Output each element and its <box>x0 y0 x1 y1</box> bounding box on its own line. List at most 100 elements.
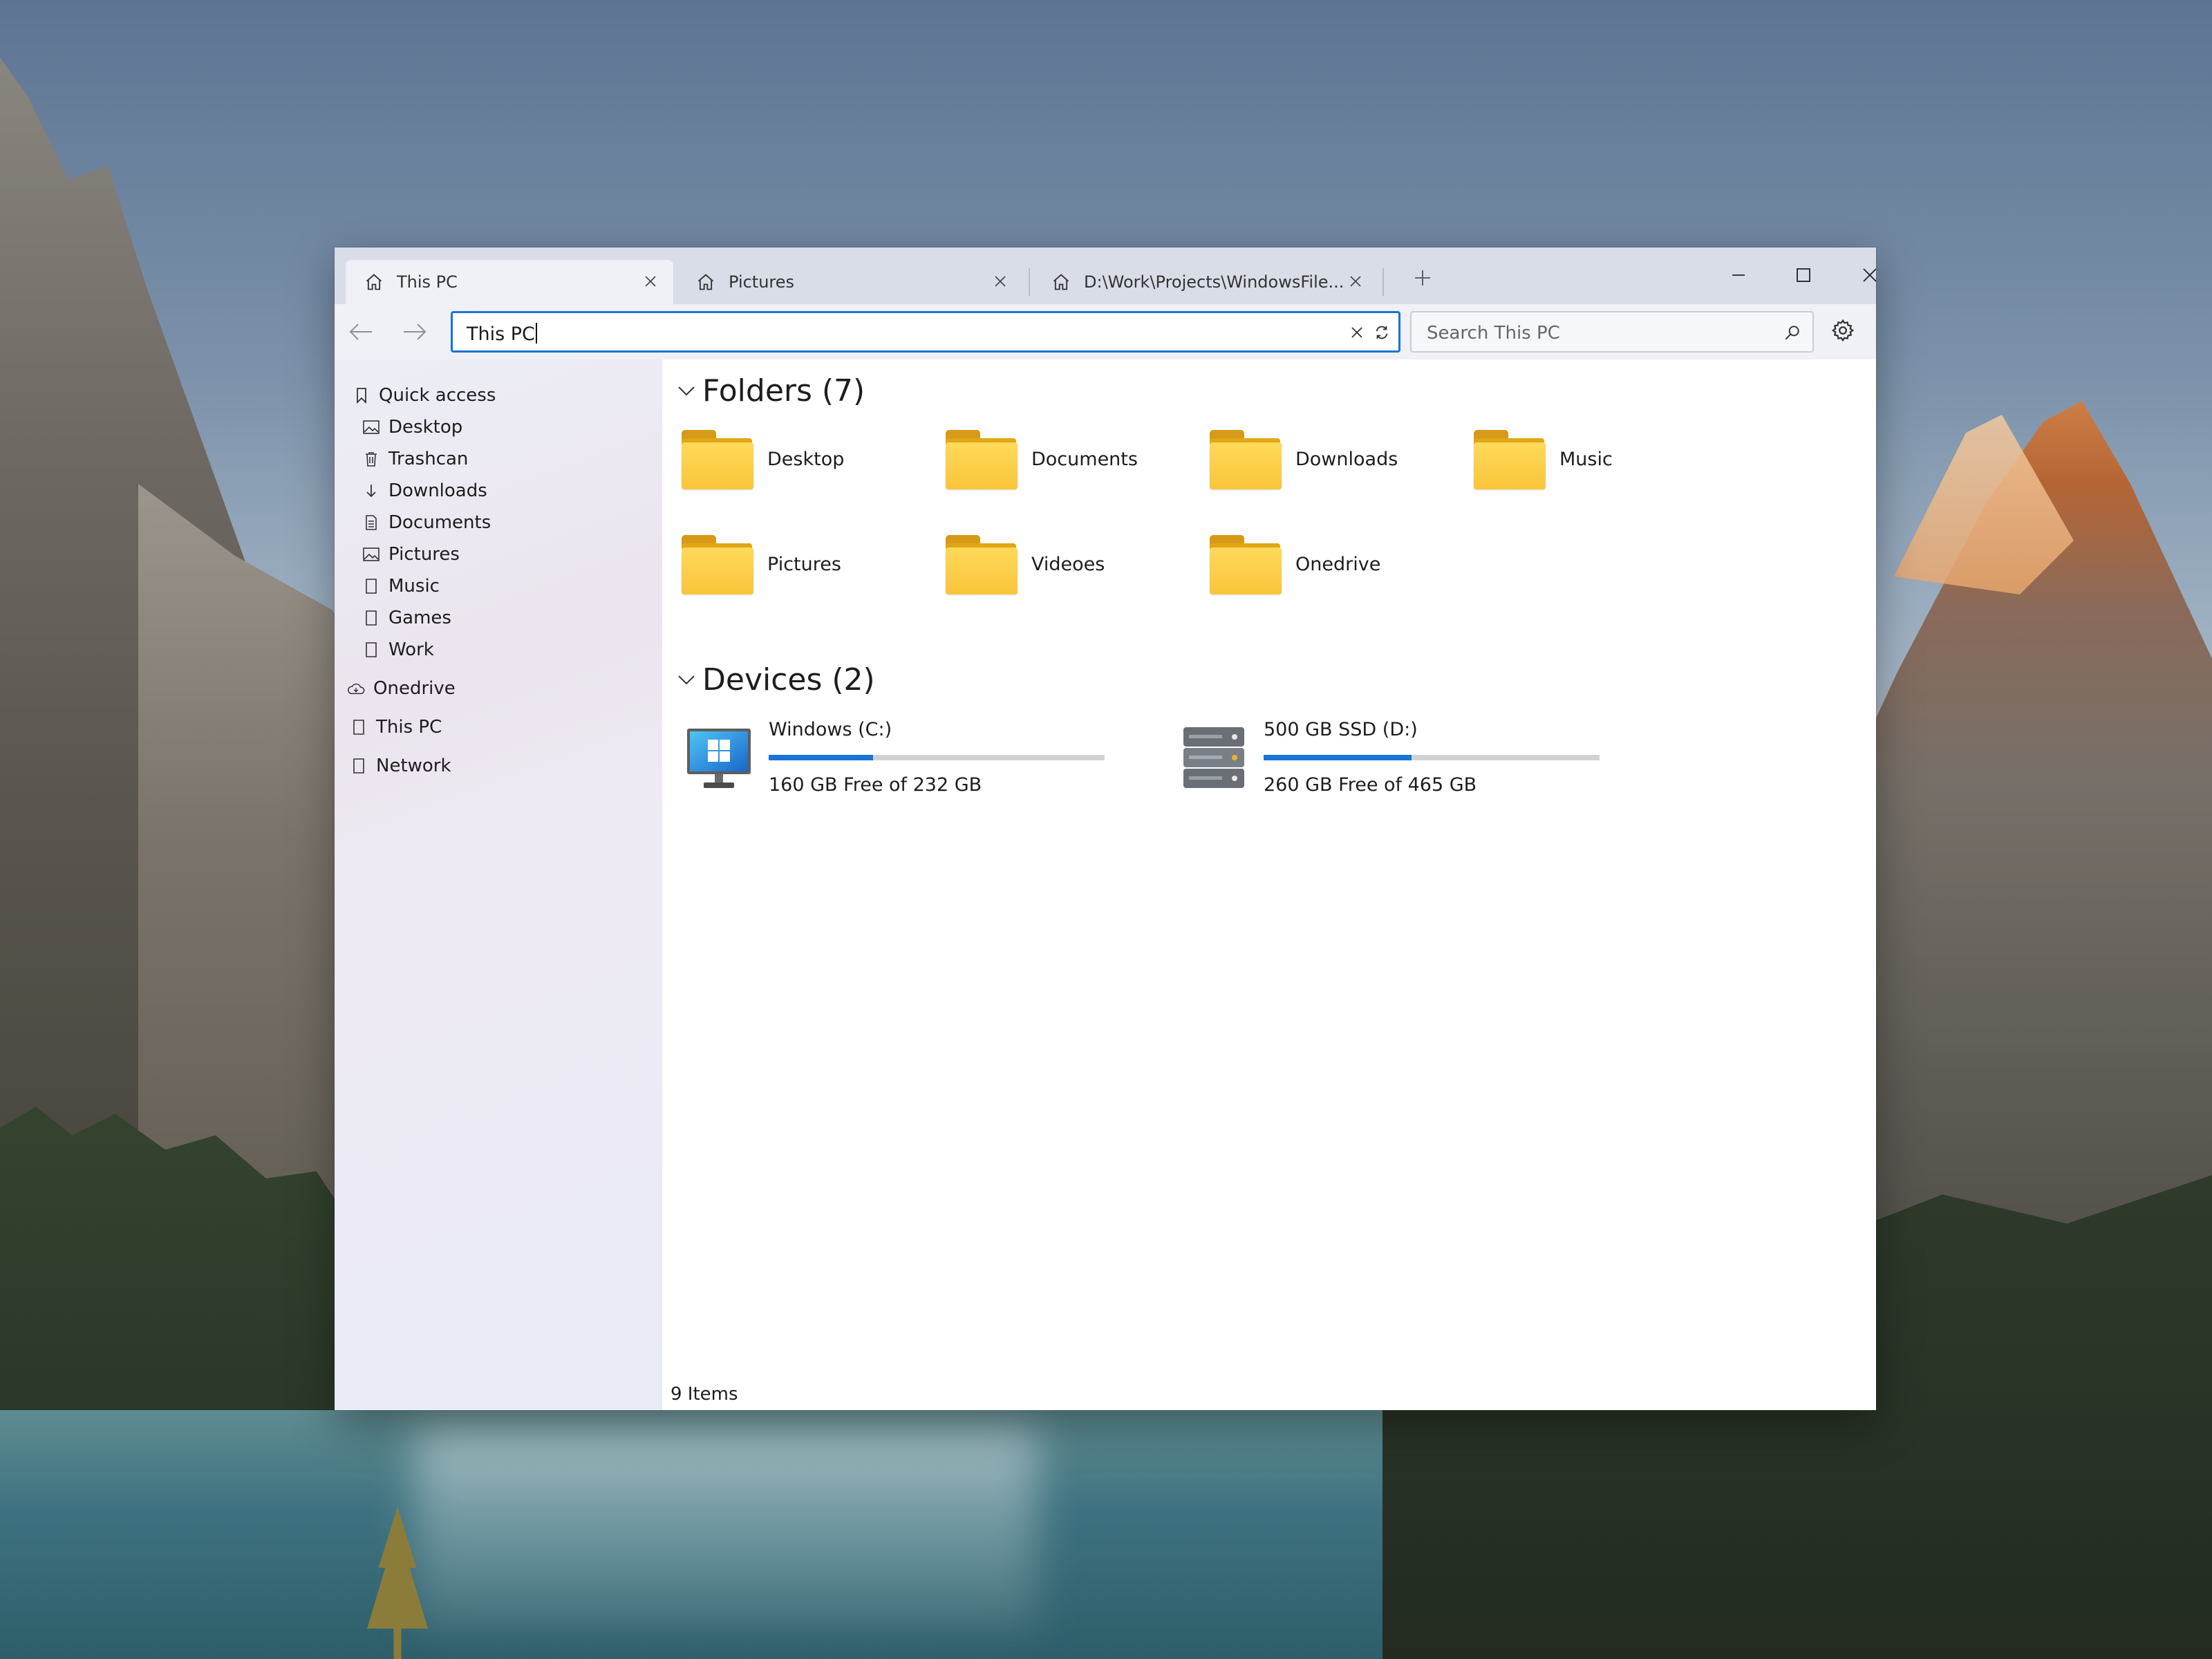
sidebar-item-label: Desktop <box>388 417 463 438</box>
sidebar-item-games[interactable]: Games <box>362 603 451 633</box>
sidebar-item-pictures[interactable]: Pictures <box>362 539 460 570</box>
page-icon <box>362 641 380 659</box>
sidebar-item-label: Work <box>388 639 434 660</box>
folder-onedrive[interactable]: Onedrive <box>1208 529 1471 599</box>
folder-documents[interactable]: Documents <box>944 424 1207 494</box>
image-icon <box>362 418 380 436</box>
tab-this-pc[interactable]: This PC <box>346 260 673 304</box>
maximize-button[interactable] <box>1772 254 1835 296</box>
close-tab-icon[interactable] <box>990 271 1011 292</box>
folders-section-header[interactable]: Folders (7) <box>676 373 865 409</box>
back-button[interactable] <box>341 314 380 350</box>
sidebar-item-quick-access[interactable]: Quick access <box>353 380 496 411</box>
clear-address-icon[interactable] <box>1347 323 1367 342</box>
folder-videoes[interactable]: Videoes <box>944 529 1207 599</box>
server-drive-icon <box>1179 723 1248 792</box>
folder-downloads[interactable]: Downloads <box>1208 424 1471 494</box>
tab-label: Pictures <box>729 272 795 292</box>
folder-icon <box>944 532 1019 596</box>
search-box[interactable] <box>1410 311 1814 353</box>
tab-pictures[interactable]: Pictures <box>677 260 1023 304</box>
drive-name: Windows (C:) <box>769 719 892 740</box>
settings-button[interactable] <box>1824 314 1862 350</box>
tab-label: D:\Work\Projects\WindowsFile... <box>1084 272 1344 292</box>
folder-icon <box>1208 532 1283 596</box>
drive-free-space: 160 GB Free of 232 GB <box>769 774 982 796</box>
folder-icon <box>680 532 755 596</box>
drive-free-space: 260 GB Free of 465 GB <box>1264 774 1477 796</box>
close-window-button[interactable] <box>1839 254 1901 296</box>
document-icon <box>362 514 380 532</box>
folder-label: Onedrive <box>1295 553 1381 575</box>
home-icon <box>695 272 716 292</box>
new-tab-button[interactable] <box>1407 263 1438 293</box>
home-icon <box>1051 272 1071 292</box>
forward-button[interactable] <box>395 314 434 350</box>
sidebar-item-work[interactable]: Work <box>362 635 434 665</box>
main-content: Folders (7) Desktop Documents Downloads … <box>662 359 1876 1410</box>
folder-label: Desktop <box>767 448 845 470</box>
folder-music[interactable]: Music <box>1472 424 1735 494</box>
bookmark-icon <box>353 386 371 404</box>
sidebar-item-desktop[interactable]: Desktop <box>362 412 462 442</box>
sidebar-item-label: This PC <box>376 717 442 738</box>
tab-work-projects[interactable]: D:\Work\Projects\WindowsFile... <box>1033 260 1378 304</box>
cloud-icon <box>347 679 365 697</box>
home-icon <box>364 272 384 292</box>
folder-label: Documents <box>1031 448 1138 470</box>
drive-usage-bar <box>769 755 1105 760</box>
sidebar: Quick access Desktop Trashcan Downloads … <box>335 359 662 1410</box>
sidebar-item-onedrive[interactable]: Onedrive <box>347 673 456 704</box>
tab-divider <box>1029 268 1030 296</box>
drive-name: 500 GB SSD (D:) <box>1264 719 1418 740</box>
sidebar-item-this-pc[interactable]: This PC <box>350 712 442 742</box>
address-text: This PC <box>467 324 535 345</box>
monitor-icon <box>684 723 753 792</box>
tab-label: This PC <box>397 272 458 292</box>
devices-section-header[interactable]: Devices (2) <box>676 662 875 697</box>
folder-icon <box>1472 427 1547 491</box>
sidebar-item-label: Downloads <box>388 480 487 501</box>
refresh-icon[interactable] <box>1372 323 1391 342</box>
sidebar-item-label: Pictures <box>388 544 460 565</box>
folder-label: Videoes <box>1031 553 1105 575</box>
navigation-bar: This PC <box>335 304 1876 359</box>
tab-divider <box>1382 268 1384 296</box>
search-icon[interactable] <box>1782 322 1803 343</box>
chevron-down-icon <box>676 670 697 691</box>
section-title: Folders (7) <box>702 373 865 409</box>
folder-pictures[interactable]: Pictures <box>680 529 943 599</box>
sidebar-item-label: Onedrive <box>373 678 456 699</box>
sidebar-item-network[interactable]: Network <box>350 751 451 781</box>
folder-label: Pictures <box>767 553 841 575</box>
drive-usage-bar <box>1264 755 1600 760</box>
sidebar-item-trashcan[interactable]: Trashcan <box>362 444 468 474</box>
drive-windows-c[interactable]: Windows (C:) 160 GB Free of 232 GB <box>684 719 1127 816</box>
text-caret <box>535 323 537 344</box>
page-icon <box>350 757 368 775</box>
folder-desktop[interactable]: Desktop <box>680 424 943 494</box>
address-bar[interactable]: This PC <box>451 311 1400 353</box>
arrow-down-icon <box>362 482 380 500</box>
folder-label: Downloads <box>1295 448 1398 470</box>
page-icon <box>350 718 368 736</box>
close-tab-icon[interactable] <box>640 271 661 292</box>
page-icon <box>362 609 380 627</box>
close-tab-icon[interactable] <box>1345 271 1366 292</box>
folder-label: Music <box>1559 448 1613 470</box>
drive-ssd-d[interactable]: 500 GB SSD (D:) 260 GB Free of 465 GB <box>1179 719 1622 816</box>
sidebar-item-music[interactable]: Music <box>362 571 440 601</box>
title-bar: This PC Pictures D:\Work\Projects\Window… <box>335 247 1877 304</box>
trash-icon <box>362 450 380 468</box>
sidebar-item-label: Games <box>388 608 451 628</box>
folder-icon <box>944 427 1019 491</box>
sidebar-item-downloads[interactable]: Downloads <box>362 476 487 506</box>
search-input[interactable] <box>1425 319 1760 347</box>
sidebar-item-label: Documents <box>388 512 491 533</box>
folder-icon <box>680 427 755 491</box>
drive-usage-fill <box>769 755 873 760</box>
minimize-button[interactable] <box>1707 254 1770 296</box>
sidebar-item-label: Music <box>388 576 440 597</box>
sidebar-item-documents[interactable]: Documents <box>362 507 491 538</box>
page-icon <box>362 577 380 595</box>
